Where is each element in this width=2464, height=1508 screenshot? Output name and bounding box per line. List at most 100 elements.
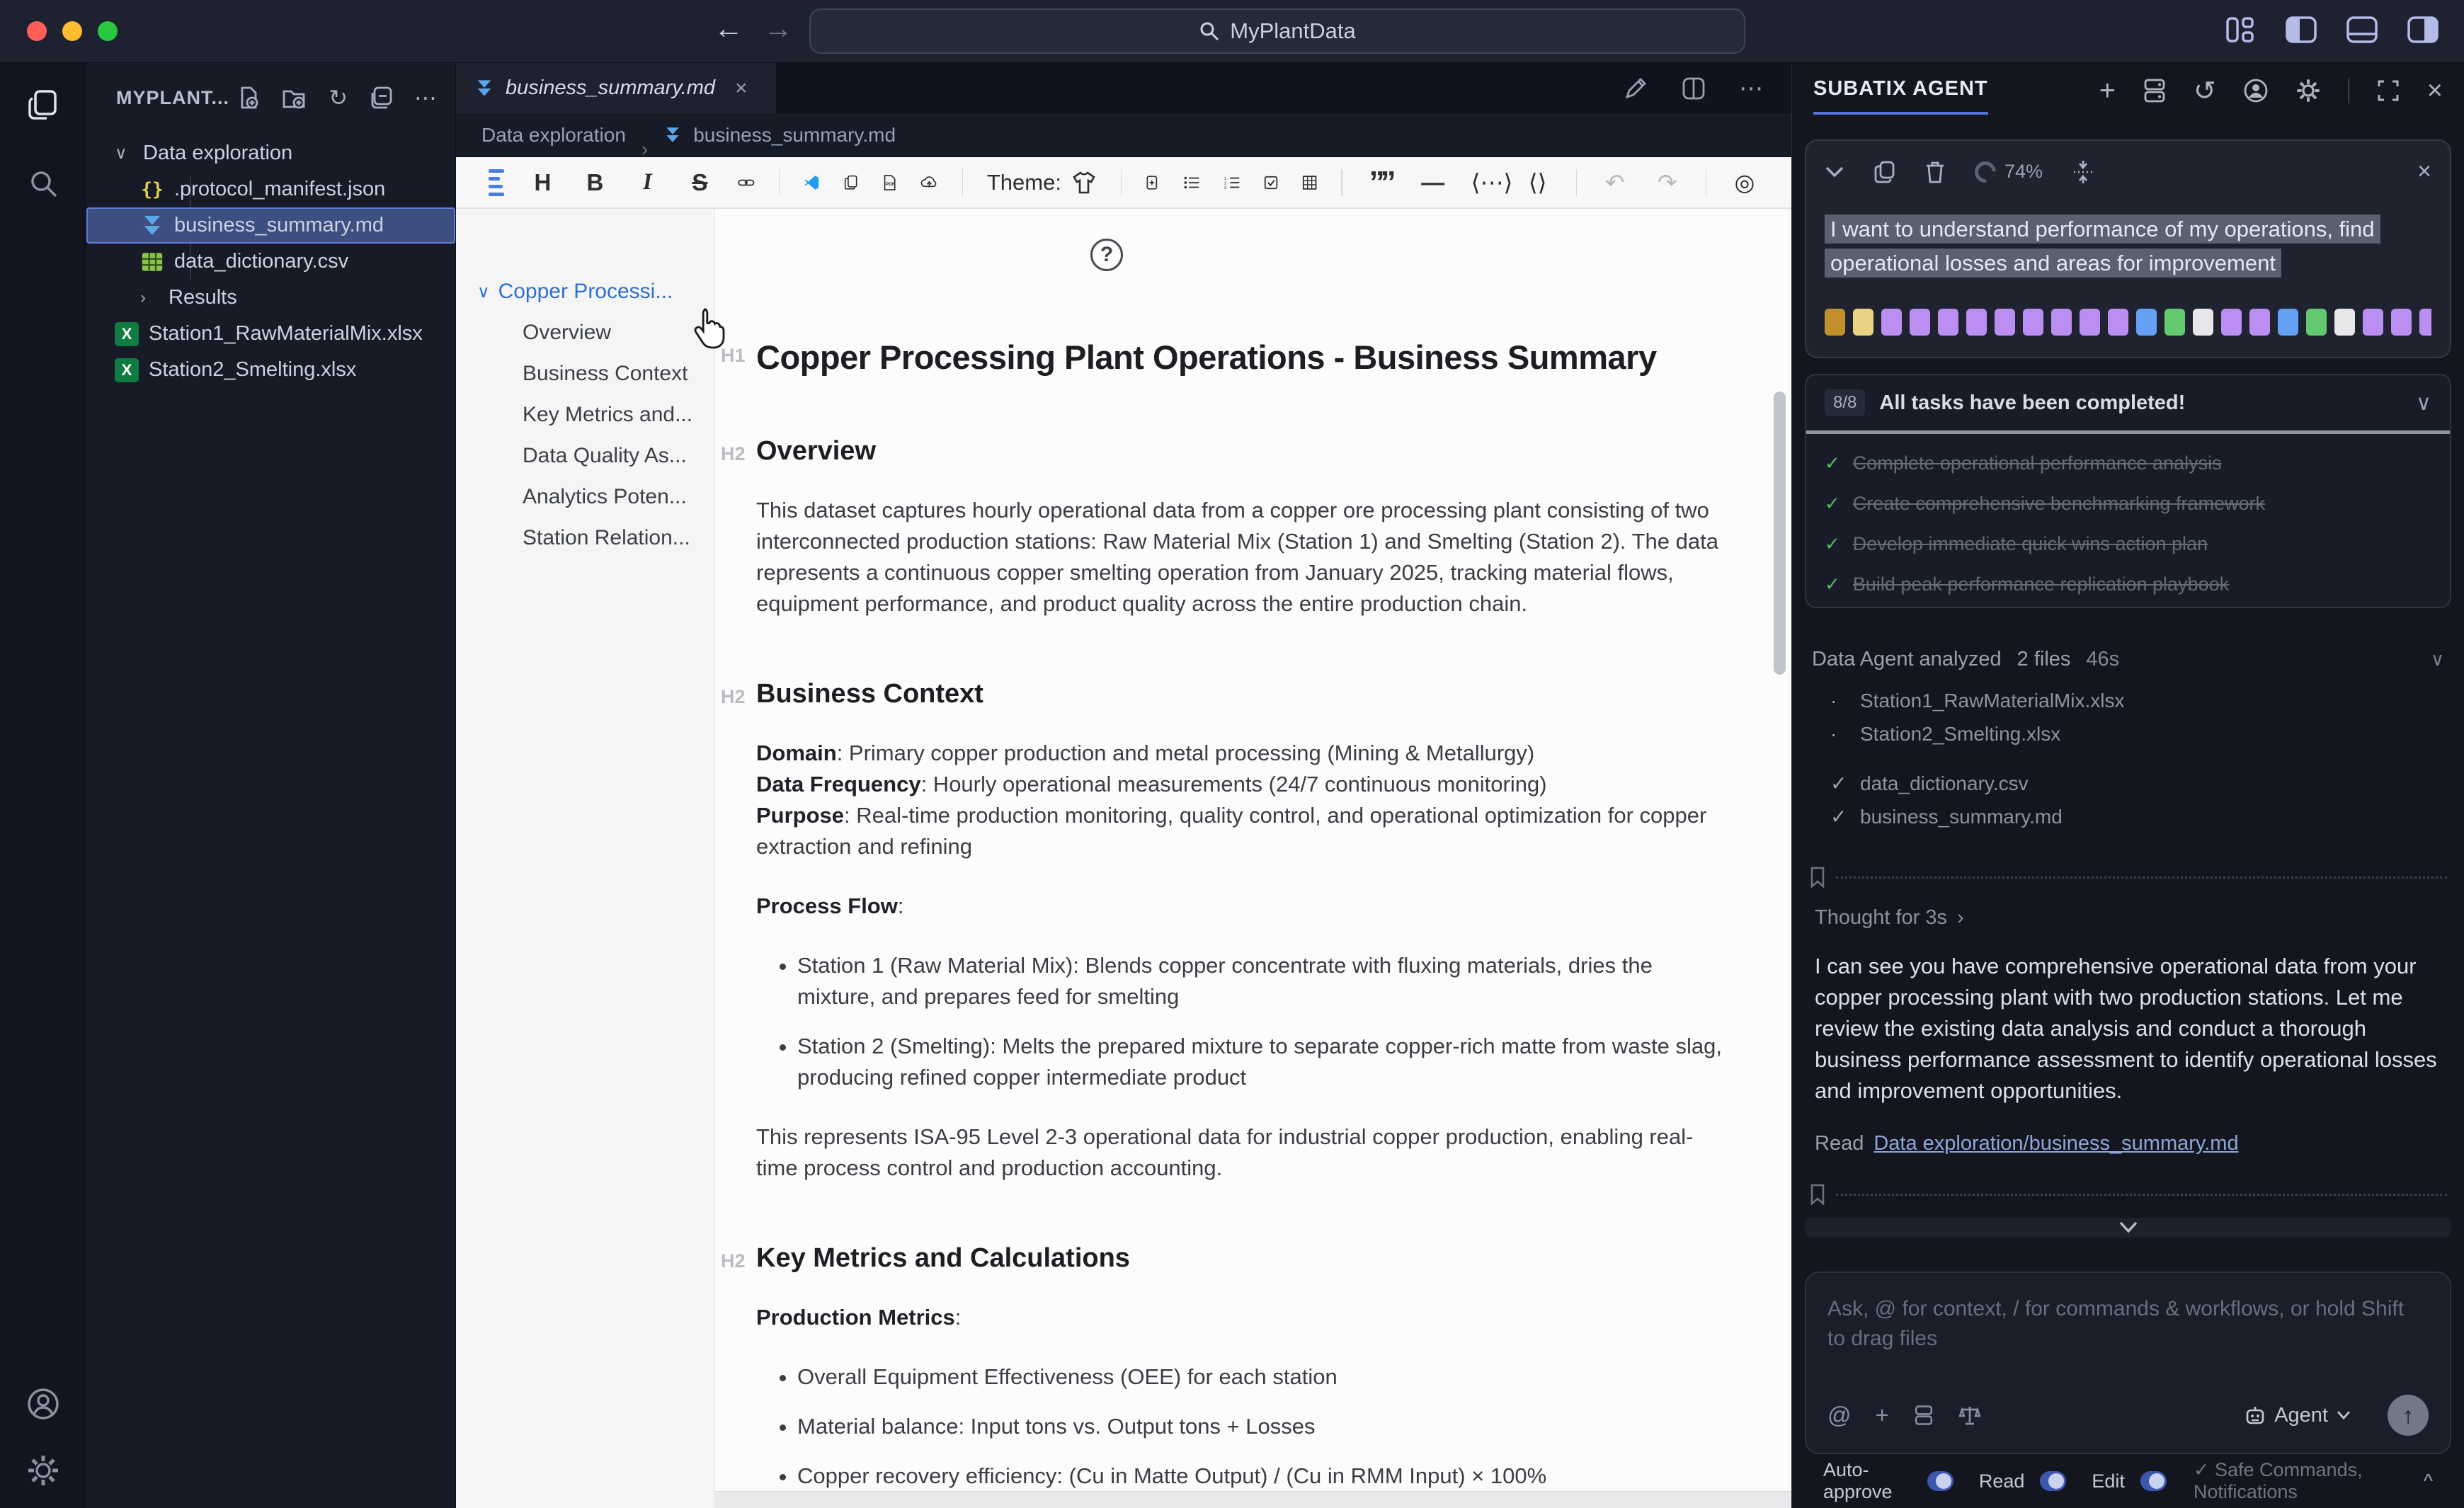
mcp-server-icon[interactable]: [1913, 1405, 1934, 1426]
context-chip[interactable]: [2306, 309, 2327, 336]
heading-icon[interactable]: H: [528, 169, 557, 196]
toggle-right-panel-icon[interactable]: [2407, 16, 2439, 44]
forward-icon[interactable]: →: [763, 11, 793, 45]
layout-grid-icon[interactable]: [2226, 16, 2256, 44]
edit-pencil-icon[interactable]: [1623, 76, 1648, 101]
italic-icon[interactable]: I: [633, 169, 661, 195]
chat-input[interactable]: Ask, @ for context, / for commands & wor…: [1805, 1272, 2451, 1454]
split-editor-icon[interactable]: [1681, 76, 1706, 101]
context-chip[interactable]: [2419, 309, 2431, 336]
toggle-bottom-panel-icon[interactable]: [2346, 16, 2378, 44]
analyzed-file-row[interactable]: · Station2_Smelting.xlsx: [1812, 723, 2444, 756]
refresh-icon[interactable]: ↻: [329, 84, 348, 111]
global-search-input[interactable]: MyPlantData: [809, 8, 1745, 54]
toggle-left-panel-icon[interactable]: [2286, 16, 2317, 44]
tree-item--protocol-manifest-json[interactable]: {} .protocol_manifest.json: [86, 171, 455, 207]
agent-panel-title[interactable]: SUBATIX AGENT: [1813, 77, 1988, 115]
send-button[interactable]: ↑: [2388, 1395, 2429, 1436]
dismiss-prompt-icon[interactable]: ×: [2417, 158, 2431, 185]
theme-shirt-icon[interactable]: [1071, 171, 1097, 195]
bold-icon[interactable]: B: [581, 169, 609, 196]
context-chip[interactable]: [2080, 309, 2100, 336]
context-chip[interactable]: [1995, 309, 2015, 336]
tree-item-station2-smelting-xlsx[interactable]: X Station2_Smelting.xlsx: [86, 352, 455, 388]
task-list-header[interactable]: 8/8 All tasks have been completed! ∨: [1806, 375, 2450, 430]
task-list-chevron-icon[interactable]: ∨: [2416, 391, 2431, 416]
context-chip[interactable]: [2249, 309, 2270, 336]
code-block-icon[interactable]: ⟨⋯⟩: [1471, 168, 1513, 196]
user-prompt-text[interactable]: I want to understand performance of my o…: [1825, 212, 2431, 280]
thought-row[interactable]: Thought for 3s ›: [1805, 906, 2451, 930]
context-chip[interactable]: [2108, 309, 2128, 336]
link-icon[interactable]: [738, 173, 755, 193]
generated-file-row[interactable]: ✓ business_summary.md: [1812, 805, 2444, 838]
copy-export-icon[interactable]: [844, 170, 858, 195]
collapse-chevron-icon[interactable]: [1825, 165, 1844, 179]
tree-item-results[interactable]: › Results: [86, 280, 455, 316]
table-icon[interactable]: [1302, 170, 1317, 195]
help-icon[interactable]: ?: [1090, 239, 1123, 271]
align-icon[interactable]: [489, 168, 505, 196]
history-icon[interactable]: ↺: [2194, 75, 2216, 107]
outline-item-business-context[interactable]: Business Context: [456, 353, 714, 394]
horizontal-rule-icon[interactable]: —: [1419, 169, 1447, 196]
context-chip[interactable]: [1938, 309, 1958, 336]
inline-code-icon[interactable]: ⟨⟩: [1524, 168, 1552, 196]
insert-image-icon[interactable]: [1146, 169, 1160, 196]
auto-approve-toggle[interactable]: [1927, 1471, 1953, 1491]
bullet-list-icon[interactable]: [1184, 171, 1199, 194]
analysis-chevron-icon[interactable]: ∨: [2431, 649, 2444, 670]
fullscreen-icon[interactable]: [2376, 79, 2400, 103]
close-tab-icon[interactable]: ×: [735, 76, 748, 101]
search-sidebar-icon[interactable]: [28, 168, 59, 199]
context-chip[interactable]: [2193, 309, 2213, 336]
generated-file-row[interactable]: ✓ data_dictionary.csv: [1812, 772, 2444, 805]
collapse-folders-icon[interactable]: [369, 86, 393, 110]
redo-icon[interactable]: ↷: [1653, 168, 1682, 196]
server-icon[interactable]: [2143, 78, 2167, 103]
preview-icon[interactable]: ◎: [1730, 168, 1759, 196]
outline-item-station-relation-[interactable]: Station Relation...: [456, 518, 714, 559]
cloud-upload-icon[interactable]: [920, 171, 938, 195]
outline-item-overview[interactable]: Overview: [456, 312, 714, 353]
outline-item-data-quality-as-[interactable]: Data Quality As...: [456, 435, 714, 476]
context-chip[interactable]: [2221, 309, 2242, 336]
context-chip[interactable]: [1853, 309, 1873, 336]
explorer-icon[interactable]: [27, 88, 59, 121]
tree-item-data-exploration[interactable]: ∨ Data exploration: [86, 135, 455, 171]
edit-toggle[interactable]: [2140, 1471, 2167, 1491]
undo-icon[interactable]: ↶: [1601, 168, 1629, 196]
pdf-export-icon[interactable]: PDF: [882, 169, 896, 196]
close-panel-icon[interactable]: ×: [2427, 76, 2443, 106]
context-chip[interactable]: [2334, 309, 2355, 336]
zoom-window-button[interactable]: [98, 21, 118, 41]
tree-item-data-dictionary-csv[interactable]: data_dictionary.csv: [86, 244, 455, 280]
back-icon[interactable]: ←: [714, 11, 743, 45]
mention-icon[interactable]: @: [1827, 1402, 1852, 1429]
statusbar-chevron-icon[interactable]: ^: [2424, 1470, 2433, 1492]
document-pane[interactable]: ? H1 Copper Processing Plant Operations -…: [715, 209, 1791, 1508]
blockquote-icon[interactable]: ””: [1367, 166, 1396, 198]
context-chip[interactable]: [2136, 309, 2157, 336]
attach-plus-icon[interactable]: +: [1876, 1402, 1889, 1429]
context-chip[interactable]: [2391, 309, 2412, 336]
rules-scales-icon[interactable]: [1958, 1404, 1981, 1427]
checkbox-icon[interactable]: [1264, 170, 1278, 195]
agent-settings-gear-icon[interactable]: [2295, 78, 2321, 103]
new-folder-icon[interactable]: [282, 86, 307, 110]
context-chip[interactable]: [2023, 309, 2043, 336]
outline-item-copper-processi-[interactable]: ∨ Copper Processi...: [456, 271, 714, 312]
tree-item-station1-rawmaterialmix-xlsx[interactable]: X Station1_RawMaterialMix.xlsx: [86, 316, 455, 352]
context-chip[interactable]: [2278, 309, 2298, 336]
minimize-window-button[interactable]: [62, 21, 82, 41]
context-chip[interactable]: [1910, 309, 1930, 336]
more-actions-icon[interactable]: ⋯: [414, 84, 437, 111]
scroll-down-button[interactable]: [1805, 1218, 2451, 1238]
account-icon[interactable]: [27, 1388, 59, 1420]
bookmark-icon[interactable]: [1809, 867, 1826, 889]
copy-icon[interactable]: [1874, 161, 1895, 183]
context-chip[interactable]: [2363, 309, 2383, 336]
strikethrough-icon[interactable]: S: [685, 169, 714, 196]
close-window-button[interactable]: [27, 21, 47, 41]
agent-mode-select[interactable]: Agent: [2245, 1404, 2351, 1427]
